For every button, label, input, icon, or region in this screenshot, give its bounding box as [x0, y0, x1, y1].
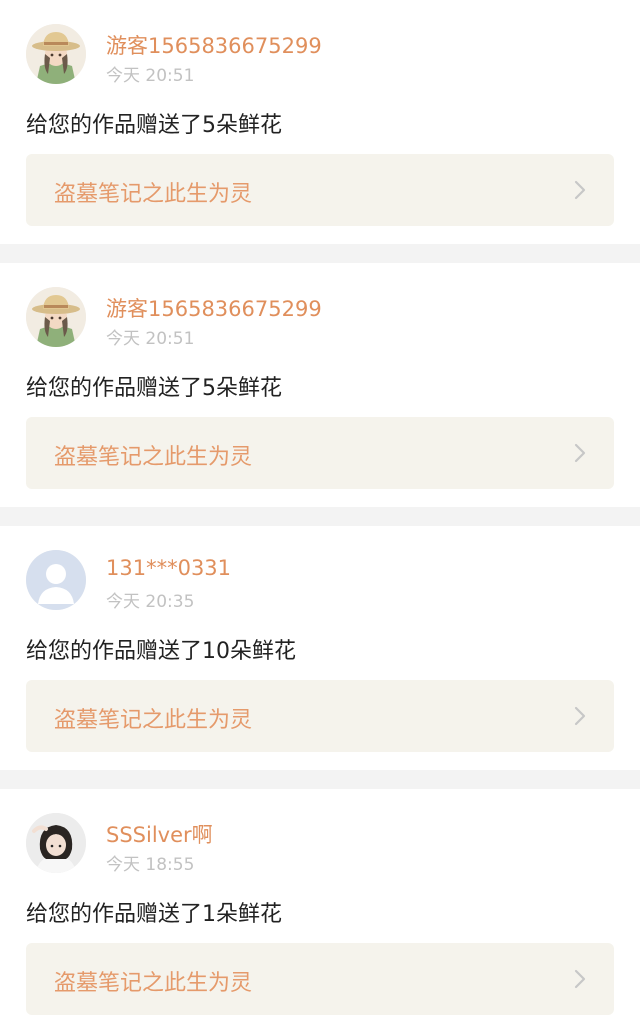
username[interactable]: 游客1565836675299 — [106, 293, 322, 323]
notification-card: 游客1565836675299 今天 20:51 给您的作品赠送了5朵鲜花 盗墓… — [0, 263, 640, 507]
work-link-card[interactable]: 盗墓笔记之此生为灵 — [26, 680, 614, 752]
timestamp: 今天 20:51 — [106, 329, 195, 349]
work-link-card[interactable]: 盗墓笔记之此生为灵 — [26, 943, 614, 1015]
chevron-right-icon — [574, 443, 586, 463]
work-link-card[interactable]: 盗墓笔记之此生为灵 — [26, 154, 614, 226]
work-link-card[interactable]: 盗墓笔记之此生为灵 — [26, 417, 614, 489]
username[interactable]: 游客1565836675299 — [106, 30, 322, 60]
avatar[interactable] — [26, 550, 86, 610]
avatar[interactable] — [26, 24, 86, 84]
notification-card: 131***0331 今天 20:35 给您的作品赠送了10朵鲜花 盗墓笔记之此… — [0, 526, 640, 770]
timestamp: 今天 18:55 — [106, 855, 195, 875]
timestamp: 今天 20:35 — [106, 592, 195, 612]
work-title: 盗墓笔记之此生为灵 — [54, 182, 253, 207]
notification-card: 游客1565836675299 今天 20:51 给您的作品赠送了5朵鲜花 盗墓… — [0, 0, 640, 244]
chevron-right-icon — [574, 180, 586, 200]
section-divider — [0, 244, 640, 263]
timestamp: 今天 20:51 — [106, 66, 195, 86]
default-user-avatar-icon — [26, 550, 86, 610]
avatar[interactable] — [26, 287, 86, 347]
gift-message: 给您的作品赠送了5朵鲜花 — [26, 376, 282, 401]
chevron-right-icon — [574, 969, 586, 989]
work-title: 盗墓笔记之此生为灵 — [54, 971, 253, 996]
work-title: 盗墓笔记之此生为灵 — [54, 708, 253, 733]
chevron-right-icon — [574, 706, 586, 726]
username[interactable]: SSSilver啊 — [106, 819, 213, 849]
girl-straw-hat-avatar-icon — [26, 287, 86, 347]
work-title: 盗墓笔记之此生为灵 — [54, 445, 253, 470]
notification-card: SSSilver啊 今天 18:55 给您的作品赠送了1朵鲜花 盗墓笔记之此生为… — [0, 789, 640, 1033]
section-divider — [0, 507, 640, 526]
gift-message: 给您的作品赠送了5朵鲜花 — [26, 113, 282, 138]
gift-notification-feed: 游客1565836675299 今天 20:51 给您的作品赠送了5朵鲜花 盗墓… — [0, 0, 640, 1033]
girl-straw-hat-avatar-icon — [26, 24, 86, 84]
dark-hair-girl-avatar-icon — [26, 813, 86, 873]
gift-message: 给您的作品赠送了1朵鲜花 — [26, 902, 282, 927]
avatar[interactable] — [26, 813, 86, 873]
gift-message: 给您的作品赠送了10朵鲜花 — [26, 639, 296, 664]
section-divider — [0, 770, 640, 789]
username[interactable]: 131***0331 — [106, 556, 231, 580]
